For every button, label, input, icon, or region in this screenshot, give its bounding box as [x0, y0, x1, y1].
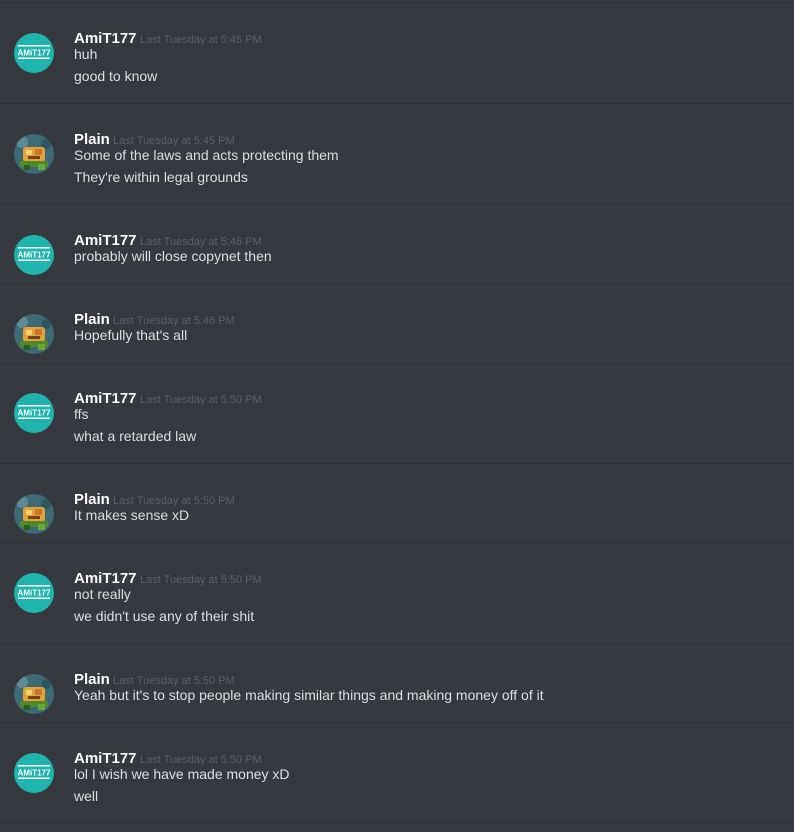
message-timestamp: Last Tuesday at 5:50 PM: [140, 394, 262, 406]
amit-logo-text: AMiT177: [18, 408, 51, 417]
message-divider: [0, 643, 794, 644]
message-text: we didn't use any of their shit: [74, 608, 255, 624]
message-divider: [0, 2, 794, 3]
message-timestamp: Last Tuesday at 5:45 PM: [113, 135, 235, 147]
message-text: It makes sense xD: [74, 507, 190, 523]
message-divider: [0, 722, 794, 723]
message-text: Hopefully that's all: [74, 327, 188, 343]
message-author[interactable]: AmiT177: [74, 390, 137, 407]
message-text: Yeah but it's to stop people making simi…: [74, 687, 544, 703]
message-text: ffs: [74, 406, 89, 422]
message-text: good to know: [74, 68, 158, 84]
cartoon-avatar-icon[interactable]: [14, 134, 54, 174]
message-author[interactable]: Plain: [74, 311, 110, 328]
message-timestamp: Last Tuesday at 5:50 PM: [140, 754, 262, 766]
message-author[interactable]: Plain: [74, 491, 110, 508]
message-divider: [0, 204, 794, 205]
message-timestamp: Last Tuesday at 5:50 PM: [113, 495, 235, 507]
message-text: probably will close copynet then: [74, 248, 272, 264]
message-text: lol I wish we have made money xD: [74, 766, 290, 782]
cartoon-avatar-icon[interactable]: [14, 494, 54, 534]
message-timestamp: Last Tuesday at 5:50 PM: [140, 574, 262, 586]
amit-logo-icon[interactable]: AMiT177: [14, 33, 54, 73]
message-timestamp: Last Tuesday at 5:46 PM: [113, 315, 235, 327]
message-timestamp: Last Tuesday at 5:46 PM: [140, 236, 262, 248]
message-timestamp: Last Tuesday at 5:50 PM: [113, 675, 235, 687]
message-author[interactable]: AmiT177: [74, 750, 137, 767]
amit-logo-icon[interactable]: AMiT177: [14, 573, 54, 613]
message-author[interactable]: AmiT177: [74, 570, 137, 587]
amit-logo-icon[interactable]: AMiT177: [14, 235, 54, 275]
message-text: well: [74, 788, 99, 804]
chat-messages-list: AMiT177 AmiT177 Last Tuesday at 5:45 PM huh…: [0, 0, 794, 832]
amit-logo-icon[interactable]: AMiT177: [14, 393, 54, 433]
message-divider: [0, 283, 794, 284]
amit-logo-text: AMiT177: [18, 250, 51, 259]
message-divider: [0, 363, 794, 364]
message-text: huh: [74, 46, 98, 62]
message-text: what a retarded law: [74, 428, 197, 444]
message-author[interactable]: AmiT177: [74, 232, 137, 249]
message-text: They're within legal grounds: [74, 169, 248, 185]
message-divider: [0, 463, 794, 464]
message-divider: [0, 542, 794, 543]
message-text: Some of the laws and acts protecting the…: [74, 147, 339, 163]
message-author[interactable]: Plain: [74, 131, 110, 148]
message-divider: [0, 822, 794, 823]
message-author[interactable]: Plain: [74, 671, 110, 688]
amit-logo-text: AMiT177: [18, 768, 51, 777]
cartoon-avatar-icon[interactable]: [14, 674, 54, 714]
amit-logo-text: AMiT177: [18, 48, 51, 57]
cartoon-avatar-icon[interactable]: [14, 314, 54, 354]
message-author[interactable]: AmiT177: [74, 30, 137, 47]
message-divider: [0, 103, 794, 104]
amit-logo-icon[interactable]: AMiT177: [14, 753, 54, 793]
message-timestamp: Last Tuesday at 5:45 PM: [140, 34, 262, 46]
message-text: not really: [74, 586, 131, 602]
amit-logo-text: AMiT177: [18, 588, 51, 597]
